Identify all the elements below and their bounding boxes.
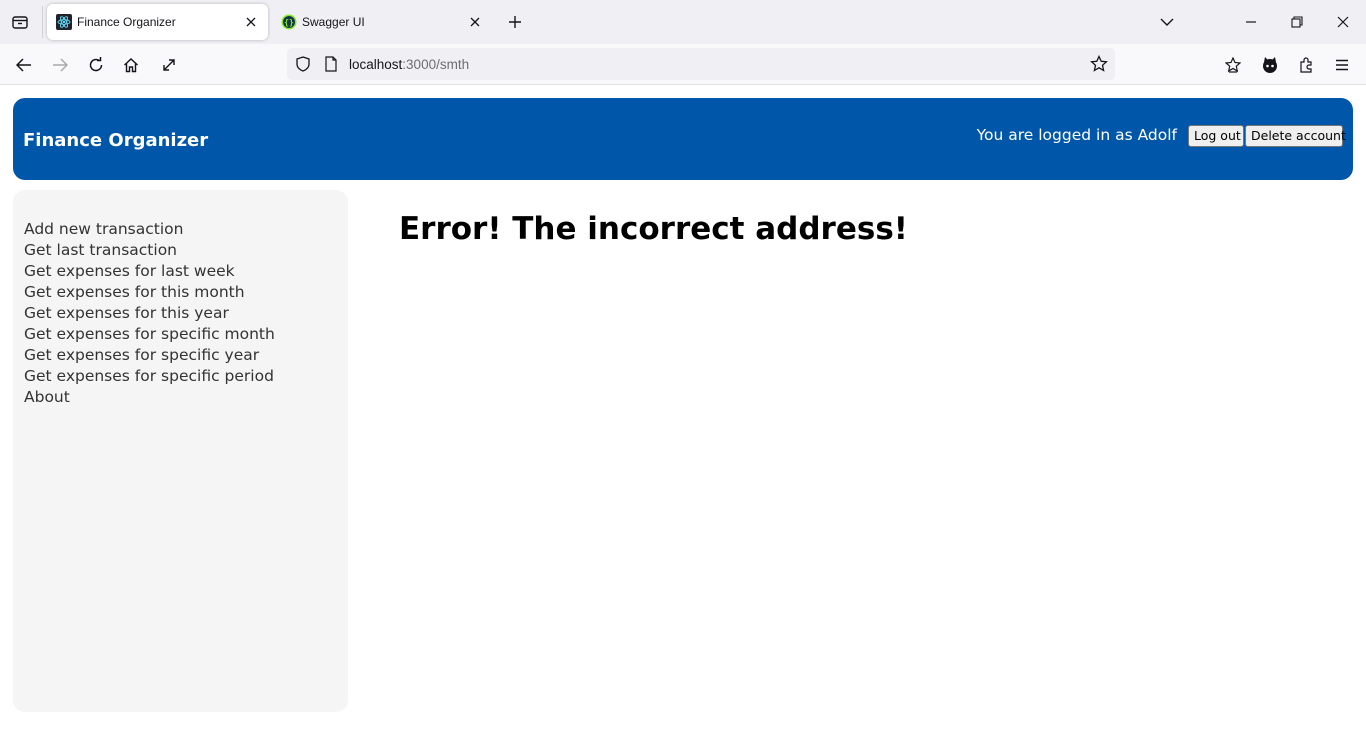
app-title: Finance Organizer	[23, 130, 209, 151]
page-icon[interactable]	[322, 55, 340, 73]
new-tab-icon[interactable]	[503, 10, 527, 34]
page-content: Finance Organizer You are logged in as A…	[0, 85, 1366, 738]
url-path: :3000/smth	[402, 57, 470, 72]
sidebar-item-add-new-transaction[interactable]: Add new transaction	[24, 219, 275, 240]
sidebar-item-about[interactable]: About	[24, 387, 275, 408]
tab-finance-organizer[interactable]: Finance Organizer	[47, 4, 268, 40]
tab-list-icon[interactable]	[6, 9, 34, 35]
swagger-icon: {}	[281, 14, 297, 30]
home-icon[interactable]	[117, 51, 145, 79]
extensions-icon[interactable]	[1292, 51, 1320, 79]
sidebar-item-expenses-specific-year[interactable]: Get expenses for specific year	[24, 345, 275, 366]
sidebar-item-expenses-this-month[interactable]: Get expenses for this month	[24, 282, 275, 303]
close-window-icon[interactable]	[1328, 7, 1358, 37]
app-header: Finance Organizer You are logged in as A…	[13, 98, 1353, 180]
sidebar: Add new transaction Get last transaction…	[13, 190, 348, 712]
browser-navbar: localhost:3000/smth	[0, 44, 1366, 85]
close-tab-icon[interactable]	[466, 13, 484, 31]
sidebar-menu: Add new transaction Get last transaction…	[24, 219, 275, 408]
sidebar-item-expenses-last-week[interactable]: Get expenses for last week	[24, 261, 275, 282]
back-arrow-icon[interactable]	[10, 51, 38, 79]
pocket-icon[interactable]	[1219, 51, 1247, 79]
sidebar-item-expenses-specific-period[interactable]: Get expenses for specific period	[24, 366, 275, 387]
account-avatar-icon[interactable]	[1256, 51, 1284, 79]
tab-title: Finance Organizer	[77, 15, 176, 29]
minimize-icon[interactable]	[1236, 7, 1266, 37]
close-tab-icon[interactable]	[242, 13, 260, 31]
tab-swagger-ui[interactable]: {} Swagger UI	[272, 4, 492, 40]
error-heading: Error! The incorrect address!	[399, 211, 908, 247]
sidebar-item-expenses-this-year[interactable]: Get expenses for this year	[24, 303, 275, 324]
browser-tabstrip: Finance Organizer {} Swagger UI	[0, 0, 1366, 44]
logout-button[interactable]: Log out	[1188, 125, 1244, 147]
shield-icon[interactable]	[294, 55, 312, 73]
delete-account-button[interactable]: Delete account	[1245, 125, 1346, 147]
star-icon[interactable]	[1089, 54, 1109, 74]
svg-text:{}: {}	[284, 18, 294, 27]
reload-icon[interactable]	[82, 51, 110, 79]
fullscreen-icon[interactable]	[155, 51, 183, 79]
forward-arrow-icon[interactable]	[46, 51, 74, 79]
url-text: localhost:3000/smth	[349, 57, 469, 72]
chevron-down-icon[interactable]	[1155, 10, 1179, 34]
url-host: localhost	[349, 57, 403, 72]
sidebar-item-expenses-specific-month[interactable]: Get expenses for specific month	[24, 324, 275, 345]
tabstrip-divider	[42, 6, 43, 38]
hamburger-menu-icon[interactable]	[1328, 51, 1356, 79]
url-bar[interactable]: localhost:3000/smth	[287, 48, 1115, 80]
sidebar-item-get-last-transaction[interactable]: Get last transaction	[24, 240, 275, 261]
tab-title: Swagger UI	[302, 15, 365, 29]
login-status-text: You are logged in as Adolf	[976, 126, 1177, 144]
react-icon	[56, 14, 72, 30]
restore-icon[interactable]	[1282, 7, 1312, 37]
